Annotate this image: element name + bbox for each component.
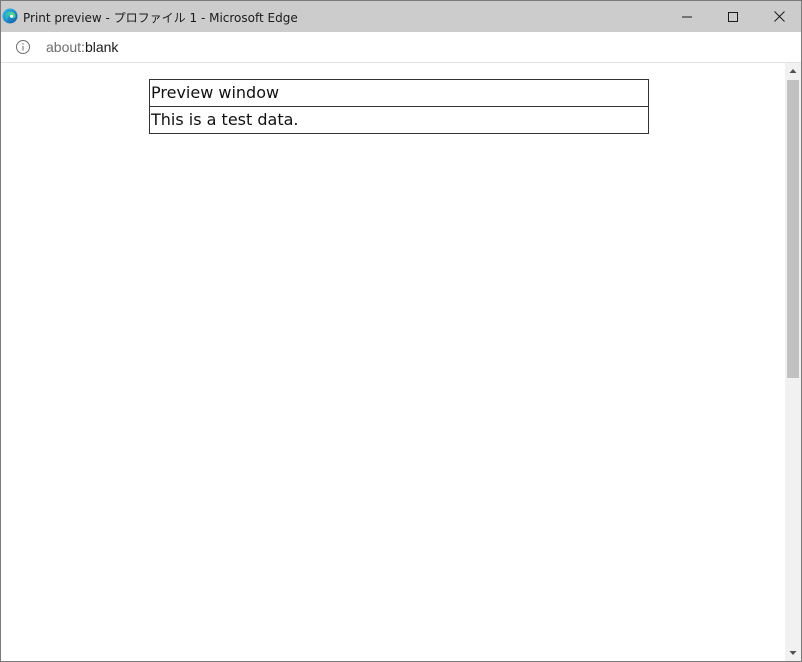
- close-icon: [773, 11, 785, 22]
- url-scheme: about:: [46, 39, 85, 55]
- minimize-icon: [682, 16, 692, 17]
- table-row: This is a test data.: [149, 106, 649, 134]
- address-bar[interactable]: about:blank: [1, 32, 801, 63]
- scroll-thumb[interactable]: [787, 80, 799, 378]
- table-cell-data: This is a test data.: [149, 106, 649, 134]
- close-button[interactable]: [756, 1, 801, 32]
- maximize-button[interactable]: [710, 1, 756, 32]
- scroll-up-icon: [789, 69, 797, 73]
- vertical-scrollbar[interactable]: [785, 63, 801, 661]
- url-text[interactable]: about:blank: [46, 39, 118, 55]
- browser-window: Print preview - プロファイル 1 - Microsoft Edg…: [0, 0, 802, 662]
- scroll-down-button[interactable]: [785, 645, 801, 661]
- table-cell-title: Preview window: [149, 79, 649, 107]
- window-title: Print preview - プロファイル 1 - Microsoft Edg…: [23, 11, 298, 25]
- table-row: Preview window: [149, 79, 649, 107]
- edge-logo-icon: [2, 8, 18, 24]
- url-path: blank: [84, 39, 119, 55]
- maximize-icon: [728, 11, 738, 22]
- page-viewport: Preview window This is a test data.: [1, 63, 785, 661]
- info-icon[interactable]: [15, 39, 31, 55]
- minimize-button[interactable]: [664, 1, 710, 32]
- scroll-down-icon: [789, 651, 797, 655]
- title-bar[interactable]: Print preview - プロファイル 1 - Microsoft Edg…: [1, 1, 801, 32]
- scroll-up-button[interactable]: [785, 63, 801, 79]
- preview-table: Preview window This is a test data.: [149, 79, 649, 134]
